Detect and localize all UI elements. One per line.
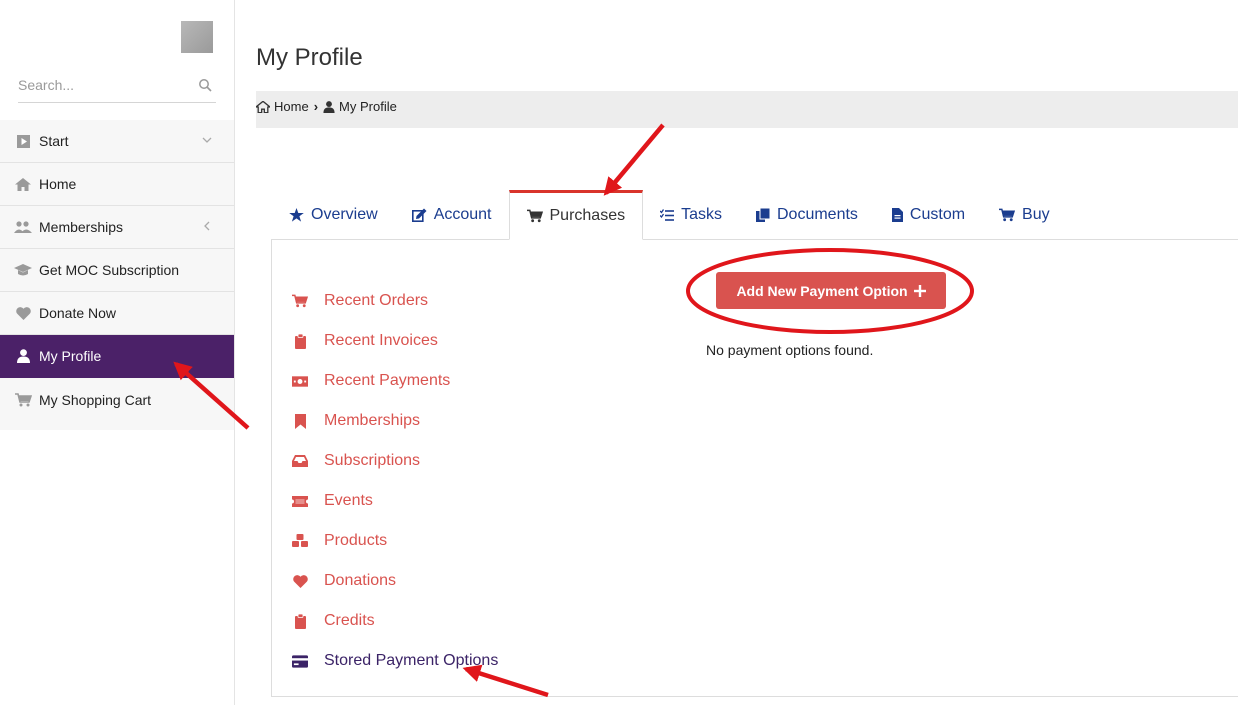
- logo[interactable]: [181, 21, 213, 53]
- sidebar-item-label: Home: [39, 176, 77, 192]
- tasks-icon: [660, 209, 675, 221]
- purchases-menu-recent-payments[interactable]: Recent Payments: [292, 361, 498, 401]
- add-payment-option-button[interactable]: Add New Payment Option: [716, 272, 946, 309]
- add-payment-option-label: Add New Payment Option: [736, 282, 908, 299]
- menu-label: Recent Invoices: [324, 332, 438, 349]
- purchases-menu-memberships[interactable]: Memberships: [292, 401, 498, 441]
- cart-icon: [292, 293, 308, 309]
- ticket-icon: [292, 493, 308, 509]
- bookmark-icon: [292, 413, 308, 429]
- breadcrumb: Home › My Profile: [256, 91, 1238, 128]
- credit-card-icon: [292, 653, 308, 669]
- purchases-menu-recent-invoices[interactable]: Recent Invoices: [292, 321, 498, 361]
- sidebar-item-home[interactable]: Home: [0, 163, 234, 206]
- user-icon: [323, 100, 335, 113]
- tab-label: Documents: [777, 206, 858, 223]
- purchases-menu-subscriptions[interactable]: Subscriptions: [292, 441, 498, 481]
- tab-purchases[interactable]: Purchases: [508, 190, 644, 240]
- chevron-down-icon: [202, 137, 212, 143]
- purchases-menu-events[interactable]: Events: [292, 481, 498, 521]
- sidebar-item-label: Memberships: [39, 219, 124, 235]
- sidebar-item-start[interactable]: Start: [0, 120, 234, 163]
- sidebar-item-donate-now[interactable]: Donate Now: [0, 292, 234, 335]
- sidebar-item-my-profile[interactable]: My Profile: [0, 335, 234, 378]
- home-icon: [256, 100, 270, 113]
- clipboard-icon: [292, 613, 308, 629]
- purchases-menu-recent-orders[interactable]: Recent Orders: [292, 281, 498, 321]
- menu-label: Subscriptions: [324, 452, 421, 469]
- sidebar-item-memberships[interactable]: Memberships: [0, 206, 234, 249]
- tab-label: Custom: [909, 206, 966, 223]
- tab-label: Tasks: [681, 206, 722, 223]
- tab-tasks[interactable]: Tasks: [643, 191, 739, 239]
- sidebar-item-label: Donate Now: [39, 305, 117, 321]
- purchases-menu: Recent Orders Recent Invoices Recent Pay…: [292, 281, 498, 681]
- empty-state-message: No payment options found.: [706, 342, 874, 358]
- search-input[interactable]: [18, 70, 178, 100]
- play-square-icon: [14, 134, 32, 148]
- menu-label: Stored Payment Options: [324, 652, 499, 669]
- heart-icon: [14, 306, 32, 320]
- menu-label: Memberships: [324, 412, 421, 429]
- menu-label: Donations: [324, 572, 397, 589]
- tab-overview[interactable]: Overview: [272, 191, 395, 239]
- menu-label: Products: [324, 532, 388, 549]
- breadcrumb-home-label: Home: [274, 99, 309, 114]
- purchases-menu-products[interactable]: Products: [292, 521, 498, 561]
- user-icon: [14, 349, 32, 363]
- clipboard-icon: [292, 333, 308, 349]
- search-icon[interactable]: [198, 78, 212, 92]
- tab-label: Account: [433, 206, 492, 223]
- sidebar: Start Home Memberships Get MOC Subscript…: [0, 0, 235, 705]
- tab-documents[interactable]: Documents: [739, 191, 875, 239]
- tab-label: Buy: [1022, 206, 1050, 223]
- purchases-menu-donations[interactable]: Donations: [292, 561, 498, 601]
- sidebar-item-my-shopping-cart[interactable]: My Shopping Cart: [0, 378, 234, 421]
- cart-icon: [14, 392, 32, 407]
- inbox-icon: [292, 453, 308, 469]
- breadcrumb-home[interactable]: Home: [256, 99, 309, 114]
- tab-buy[interactable]: Buy: [982, 191, 1067, 239]
- heart-icon: [292, 573, 308, 589]
- tab-custom[interactable]: Custom: [875, 191, 982, 239]
- profile-tabs: Overview Account Purchases Tasks Documen…: [272, 190, 1238, 240]
- tab-label: Overview: [311, 206, 378, 223]
- sidebar-item-label: Get MOC Subscription: [39, 262, 180, 278]
- cart-icon: [526, 209, 543, 223]
- plus-icon: [913, 284, 926, 297]
- money-icon: [292, 373, 308, 389]
- cubes-icon: [292, 533, 308, 549]
- menu-label: Events: [324, 492, 373, 509]
- cart-icon: [999, 208, 1016, 222]
- breadcrumb-current: My Profile: [323, 99, 397, 114]
- breadcrumb-separator-icon: ›: [313, 99, 319, 114]
- graduation-cap-icon: [14, 263, 32, 277]
- annotation-arrow-purchases: [603, 123, 665, 196]
- edit-icon: [411, 208, 427, 222]
- sidebar-item-label: My Shopping Cart: [39, 391, 152, 408]
- star-icon: [289, 208, 304, 222]
- documents-icon: [756, 208, 770, 222]
- users-icon: [14, 220, 32, 234]
- page-title: My Profile: [256, 44, 363, 71]
- sidebar-nav: Start Home Memberships Get MOC Subscript…: [0, 120, 234, 430]
- tab-account[interactable]: Account: [395, 191, 509, 239]
- sidebar-item-label: My Profile: [39, 348, 102, 364]
- file-icon: [891, 208, 903, 222]
- menu-label: Credits: [324, 612, 375, 629]
- tab-label: Purchases: [549, 207, 626, 224]
- sidebar-item-label: Start: [39, 133, 69, 149]
- sidebar-item-get-moc-subscription[interactable]: Get MOC Subscription: [0, 249, 234, 292]
- breadcrumb-current-label: My Profile: [339, 99, 397, 114]
- home-icon: [14, 177, 32, 191]
- purchases-menu-stored-payment-options[interactable]: Stored Payment Options: [292, 641, 498, 681]
- chevron-left-icon: [204, 221, 210, 231]
- menu-label: Recent Orders: [324, 292, 429, 309]
- menu-label: Recent Payments: [324, 372, 451, 389]
- sidebar-search: [18, 70, 216, 103]
- purchases-menu-credits[interactable]: Credits: [292, 601, 498, 641]
